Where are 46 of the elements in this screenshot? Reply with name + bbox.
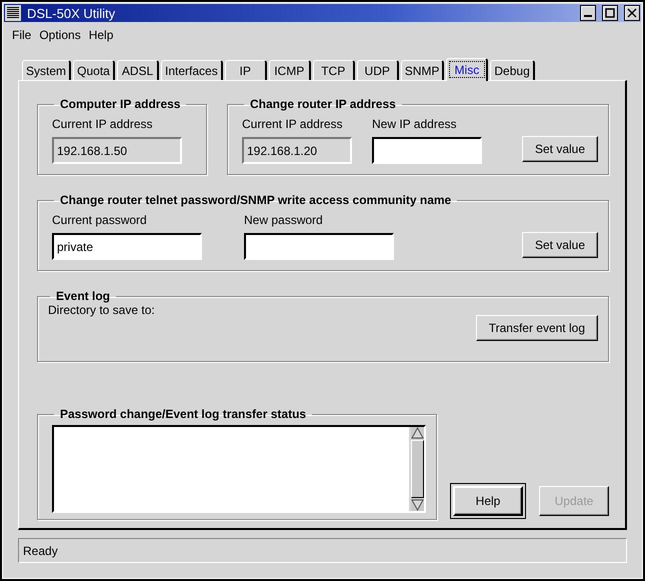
scroll-down-icon[interactable]	[411, 499, 424, 511]
group-title: Password change/Event log transfer status	[59, 407, 308, 421]
tab[interactable]: Quota	[73, 60, 116, 80]
tab[interactable]: Interfaces	[161, 60, 223, 80]
tab[interactable]: IP	[224, 60, 267, 80]
close-icon	[627, 8, 637, 18]
status-text: Ready	[23, 544, 58, 558]
group-title: Change router IP address	[249, 97, 397, 111]
tab[interactable]: TCP	[312, 60, 355, 80]
menu-icon[interactable]	[5, 5, 21, 21]
close-button[interactable]	[624, 5, 640, 21]
minimize-button[interactable]	[580, 5, 596, 21]
transfer-button[interactable]: Transfer event log	[476, 315, 598, 341]
field-label: Current IP address	[242, 117, 344, 131]
field-label: New IP address	[372, 117, 458, 131]
input-field[interactable]	[372, 137, 482, 164]
directory-label: Directory to save to:	[48, 303, 155, 317]
input-field[interactable]: private	[52, 233, 202, 260]
minimize-icon	[584, 15, 592, 17]
tab[interactable]: System	[22, 60, 72, 80]
tab[interactable]: ICMP	[268, 60, 311, 80]
tab[interactable]: UDP	[356, 60, 399, 80]
field-label: Current password	[52, 213, 148, 227]
scrollbar[interactable]	[409, 427, 424, 511]
menu-item[interactable]: Help	[88, 28, 114, 42]
scroll-up-icon[interactable]	[411, 427, 424, 439]
set-value-button[interactable]: Set value	[522, 232, 598, 258]
tab[interactable]: SNMP	[400, 60, 444, 80]
menu-item[interactable]: File	[12, 28, 32, 42]
tab[interactable]: Debug	[490, 60, 535, 80]
field-label: Current IP address	[52, 117, 154, 131]
help-button[interactable]: Help	[453, 486, 523, 516]
group-title: Event log	[55, 289, 112, 303]
input-field[interactable]	[244, 233, 394, 260]
maximize-icon	[605, 8, 615, 18]
tab[interactable]: ADSL	[117, 60, 160, 80]
maximize-button[interactable]	[602, 5, 618, 21]
group-title: Change router telnet password/SNMP write access community name	[59, 193, 452, 207]
window-title: DSL-50X Utility	[27, 6, 116, 20]
set-value-button[interactable]: Set value	[522, 136, 598, 162]
field-label: New password	[244, 213, 324, 227]
tab[interactable]: Misc	[446, 58, 488, 81]
menu-item[interactable]: Options	[39, 28, 81, 42]
input-field[interactable]: 192.168.1.20	[242, 137, 352, 164]
group-title: Computer IP address	[59, 97, 182, 111]
input-field[interactable]: 192.168.1.50	[52, 137, 182, 164]
